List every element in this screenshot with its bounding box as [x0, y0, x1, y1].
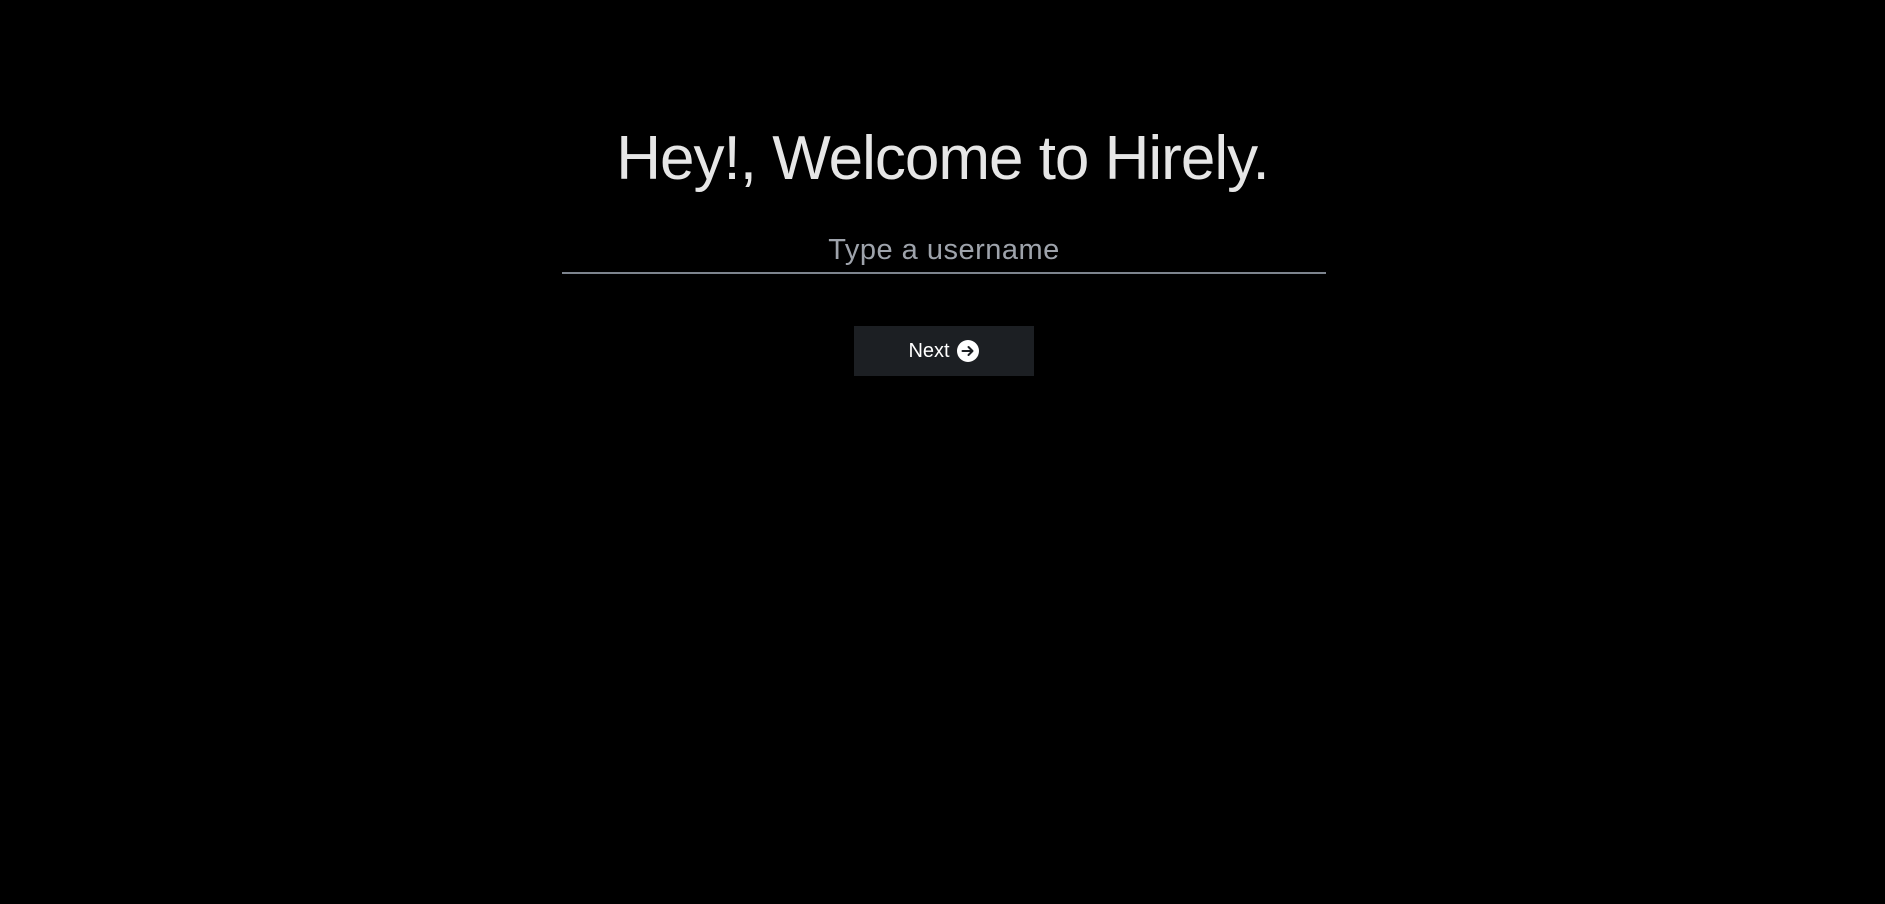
username-input[interactable]: [562, 228, 1326, 272]
welcome-screen: Hey!, Welcome to Hirely. Next: [0, 0, 1885, 904]
welcome-title: Hey!, Welcome to Hirely.: [616, 124, 1269, 193]
username-field: [562, 228, 1326, 274]
next-button[interactable]: Next: [854, 326, 1034, 376]
next-button-label: Next: [908, 339, 950, 362]
arrow-right-circle-icon: [956, 339, 980, 363]
